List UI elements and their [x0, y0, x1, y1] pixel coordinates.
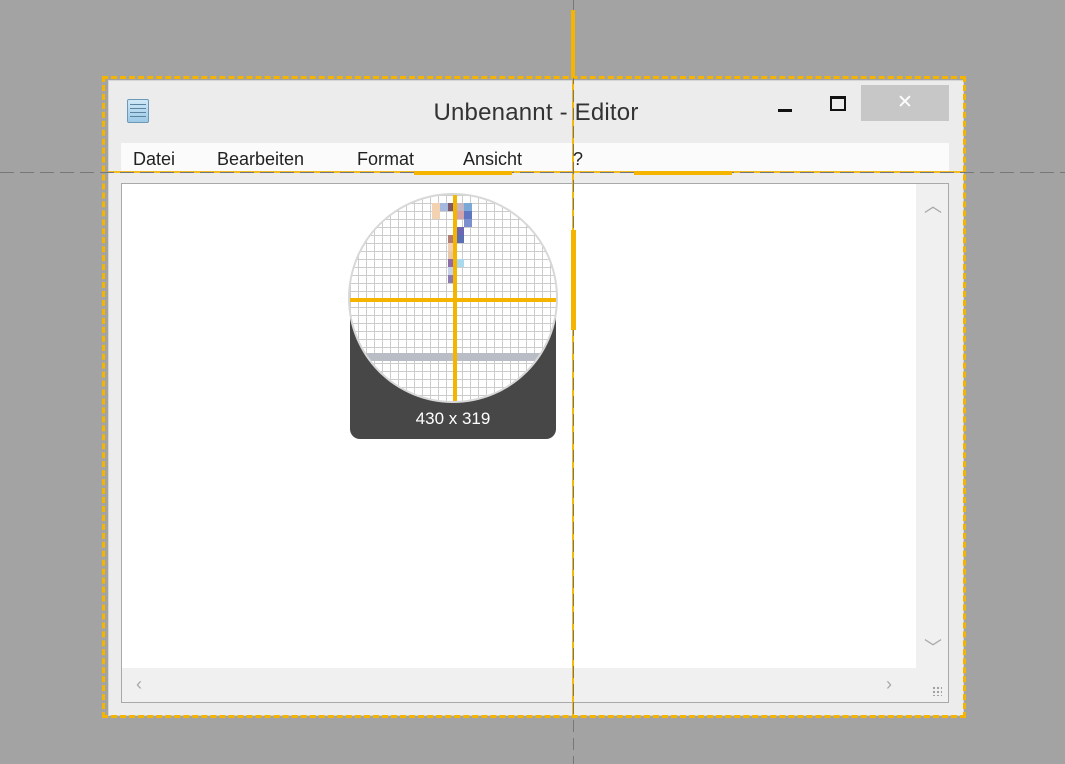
crosshair-vertical-line [573, 0, 574, 764]
magnifier-crosshair-horizontal [350, 298, 556, 302]
scroll-left-icon[interactable]: ‹ [136, 674, 142, 695]
menu-ansicht[interactable]: Ansicht [463, 149, 522, 170]
magnified-pixel [432, 203, 440, 211]
scroll-right-icon[interactable]: › [886, 674, 892, 695]
crosshair-left-marker [414, 171, 512, 175]
magnified-pixel [432, 211, 440, 219]
maximize-button[interactable] [817, 85, 859, 121]
magnified-pixel [456, 203, 464, 211]
magnified-pixel [464, 203, 472, 211]
magnified-pixel [456, 211, 464, 219]
magnified-pixel [456, 235, 464, 243]
menu-help[interactable]: ? [573, 149, 583, 170]
magnified-pixel [456, 259, 464, 267]
magnified-pixel [456, 227, 464, 235]
menu-format[interactable]: Format [357, 149, 414, 170]
crosshair-right-marker [634, 171, 732, 175]
close-button[interactable] [861, 85, 949, 121]
crosshair-center-marker [571, 230, 576, 330]
magnified-pixel [464, 219, 472, 227]
menu-datei[interactable]: Datei [133, 149, 175, 170]
magnifier-lens [350, 195, 556, 401]
minimize-button[interactable] [765, 85, 807, 121]
selection-size-readout: 430 x 319 [415, 409, 491, 428]
magnified-pixel [440, 203, 448, 211]
crosshair-top-marker [571, 10, 575, 78]
horizontal-scrollbar[interactable]: ‹ › [122, 668, 916, 702]
scroll-up-icon[interactable]: ︿ [924, 192, 942, 218]
resize-grip-icon[interactable] [932, 686, 942, 696]
menu-bar: Datei Bearbeiten Format Ansicht ? [121, 143, 949, 172]
title-bar[interactable]: Unbenannt - Editor [109, 81, 963, 141]
menu-bearbeiten[interactable]: Bearbeiten [217, 149, 304, 170]
scroll-down-icon[interactable]: ﹀ [924, 634, 942, 660]
resize-grip[interactable] [916, 666, 948, 702]
vertical-scrollbar[interactable]: ︿ ﹀ [916, 184, 948, 666]
crosshair-horizontal-line [0, 172, 1065, 173]
magnifier-panel: 430 x 319 [350, 195, 556, 439]
magnified-pixel [464, 211, 472, 219]
